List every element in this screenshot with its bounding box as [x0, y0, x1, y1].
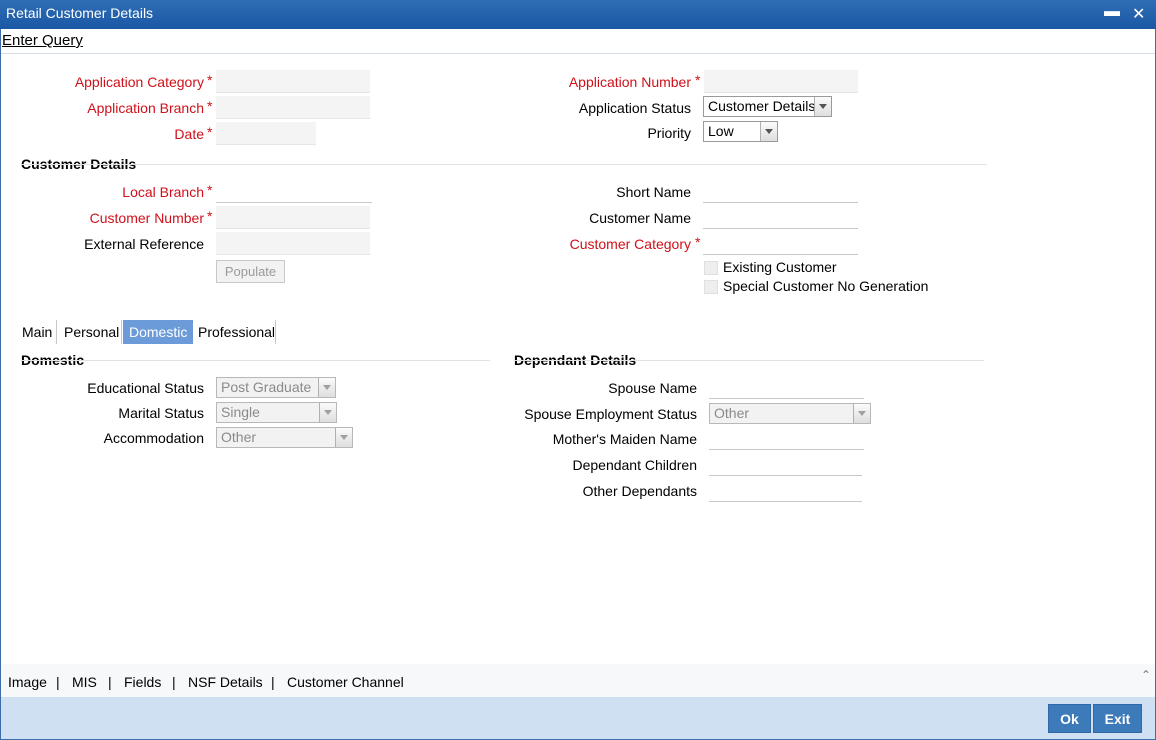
marital-status-value: Single [221, 404, 260, 420]
close-icon[interactable]: ✕ [1132, 4, 1145, 24]
accommodation-value: Other [221, 429, 257, 445]
tab-professional[interactable]: Professional [192, 320, 281, 344]
customer-number-label: Customer Number [89, 210, 204, 226]
application-number-label: Application Number [568, 74, 691, 90]
chevron-down-icon[interactable] [319, 403, 336, 422]
divider [21, 360, 490, 361]
application-number-input[interactable] [704, 70, 858, 93]
required-marker: * [207, 208, 213, 224]
window-title: Retail Customer Details [6, 5, 154, 21]
required-marker: * [695, 234, 701, 250]
application-status-label: Application Status [578, 100, 691, 116]
customer-category-label: Customer Category [569, 236, 691, 252]
footer-bar [1, 697, 1155, 739]
scroll-up-icon[interactable]: ⌃ [1141, 668, 1151, 682]
customer-name-label: Customer Name [589, 210, 691, 226]
divider [21, 164, 987, 165]
application-branch-label: Application Branch [87, 100, 204, 116]
ok-button[interactable]: Ok [1048, 704, 1091, 733]
application-category-label: Application Category [74, 74, 204, 90]
priority-select[interactable]: Low [703, 121, 778, 142]
tab-separator [275, 320, 276, 344]
mothers-maiden-name-input[interactable] [709, 427, 864, 450]
application-branch-input[interactable] [216, 96, 370, 119]
populate-button[interactable]: Populate [216, 260, 285, 283]
tab-personal[interactable]: Personal [58, 320, 125, 344]
required-marker: * [207, 182, 213, 198]
date-label: Date [174, 126, 204, 142]
accommodation-select[interactable]: Other [216, 427, 353, 448]
accommodation-label: Accommodation [103, 430, 204, 446]
marital-status-label: Marital Status [118, 405, 204, 421]
spouse-employment-status-select[interactable]: Other [709, 403, 871, 424]
customer-category-input[interactable] [703, 232, 858, 255]
tab-domestic[interactable]: Domestic [123, 320, 194, 344]
toolbar [1, 29, 1155, 54]
bottom-link-bar: Image | MIS | Fields | NSF Details | Cus… [1, 664, 1155, 697]
required-marker: * [207, 98, 213, 114]
application-status-value: Customer Details [708, 98, 816, 114]
priority-value: Low [708, 123, 734, 139]
spouse-employment-status-label: Spouse Employment Status [524, 406, 697, 422]
required-marker: * [207, 124, 213, 140]
educational-status-select[interactable]: Post Graduate [216, 377, 336, 398]
link-separator: | [271, 674, 275, 690]
title-bar: Retail Customer Details ▬ ✕ [0, 0, 1156, 29]
short-name-input[interactable] [703, 180, 858, 203]
chevron-down-icon[interactable] [318, 378, 335, 397]
spouse-name-input[interactable] [709, 376, 864, 399]
required-marker: * [695, 72, 701, 88]
mis-link[interactable]: MIS [72, 674, 97, 690]
dependant-children-input[interactable] [709, 453, 862, 476]
tab-separator [56, 320, 57, 344]
spouse-employment-status-value: Other [714, 405, 750, 421]
minimize-icon[interactable]: ▬ [1104, 3, 1120, 21]
local-branch-input[interactable] [216, 180, 372, 203]
spouse-name-label: Spouse Name [608, 380, 697, 396]
chevron-down-icon[interactable] [853, 404, 870, 423]
existing-customer-checkbox[interactable] [704, 261, 718, 275]
divider [514, 360, 984, 361]
local-branch-label: Local Branch [122, 184, 204, 200]
application-category-input[interactable] [216, 70, 370, 93]
external-reference-input[interactable] [216, 232, 370, 255]
image-link[interactable]: Image [8, 674, 47, 690]
chevron-down-icon[interactable] [760, 122, 777, 141]
external-reference-label: External Reference [84, 236, 204, 252]
customer-number-input[interactable] [216, 206, 370, 229]
dependant-children-label: Dependant Children [572, 457, 697, 473]
link-separator: | [56, 674, 60, 690]
customer-channel-link[interactable]: Customer Channel [287, 674, 404, 690]
chevron-down-icon[interactable] [335, 428, 352, 447]
special-customer-no-checkbox[interactable] [704, 280, 718, 294]
customer-name-input[interactable] [703, 206, 858, 229]
other-dependants-input[interactable] [709, 479, 862, 502]
educational-status-value: Post Graduate [221, 379, 312, 395]
marital-status-select[interactable]: Single [216, 402, 337, 423]
educational-status-label: Educational Status [87, 380, 204, 396]
enter-query-link[interactable]: Enter Query [2, 32, 83, 49]
nsf-details-link[interactable]: NSF Details [188, 674, 263, 690]
link-separator: | [108, 674, 112, 690]
fields-link[interactable]: Fields [124, 674, 161, 690]
date-input[interactable] [216, 122, 316, 145]
link-separator: | [172, 674, 176, 690]
mothers-maiden-name-label: Mother's Maiden Name [552, 431, 697, 447]
chevron-down-icon[interactable] [814, 97, 831, 116]
tab-main[interactable]: Main [16, 320, 58, 344]
short-name-label: Short Name [616, 184, 691, 200]
required-marker: * [207, 72, 213, 88]
existing-customer-label: Existing Customer [723, 259, 837, 275]
other-dependants-label: Other Dependants [582, 483, 697, 499]
tab-separator [121, 320, 122, 344]
special-customer-no-label: Special Customer No Generation [723, 278, 929, 294]
exit-button[interactable]: Exit [1093, 704, 1142, 733]
application-status-select[interactable]: Customer Details [703, 96, 832, 117]
priority-label: Priority [647, 125, 691, 141]
